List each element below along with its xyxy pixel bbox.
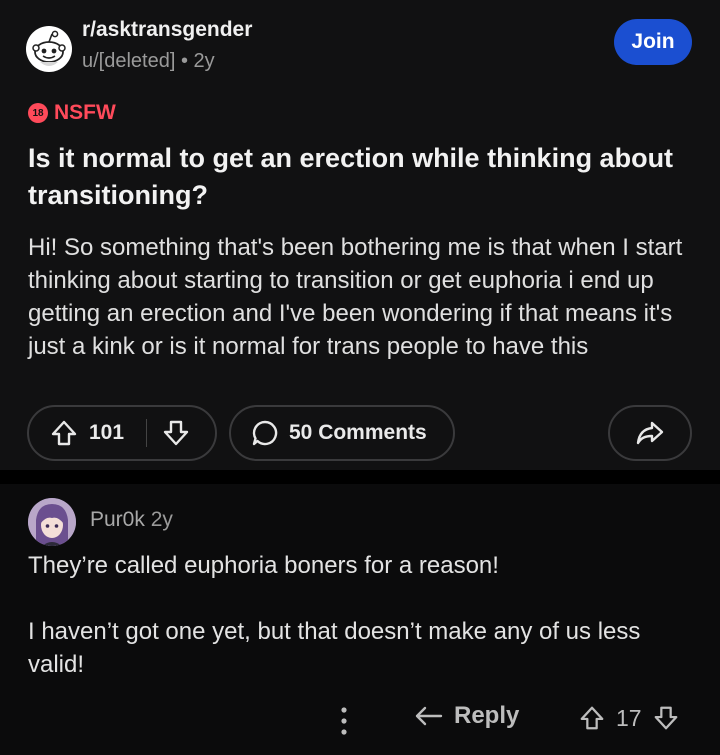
comment-author-name[interactable]: Pur0k — [90, 508, 145, 531]
arrow-up-icon[interactable] — [49, 418, 79, 448]
post-card: r/asktransgender u/[deleted] • 2y Join 1… — [0, 0, 720, 470]
vote-divider — [146, 419, 148, 447]
comment-actions: Reply 17 — [330, 700, 700, 740]
post-body: Hi! So something that's been bothering m… — [28, 234, 683, 360]
nsfw-badge: 18 NSFW — [28, 101, 116, 125]
reply-label: Reply — [454, 702, 520, 729]
post-vote-bar: 101 — [27, 405, 217, 461]
speech-bubble-icon — [251, 419, 279, 447]
reddit-snoo-icon — [32, 30, 66, 66]
comments-count-label: 50 Comments — [289, 421, 427, 444]
post-author-meta: u/[deleted] • 2y — [82, 50, 215, 72]
comment-age: 2y — [150, 508, 173, 531]
comments-button[interactable]: 50 Comments — [229, 405, 455, 461]
comment-author-line: Pur0k 2y — [90, 508, 173, 532]
arrow-down-icon[interactable] — [652, 704, 680, 732]
reply-arrow-icon — [414, 703, 444, 729]
comment-body: They’re called euphoria boners for a rea… — [28, 549, 698, 714]
subreddit-name[interactable]: r/asktransgender — [82, 18, 252, 42]
comment-vote-bar: 17 — [578, 704, 680, 732]
comment-avatar[interactable] — [28, 498, 76, 546]
post-title[interactable]: Is it normal to get an erection while th… — [28, 140, 688, 214]
nsfw-18-icon: 18 — [28, 103, 48, 123]
nsfw-label: NSFW — [54, 101, 116, 124]
share-arrow-icon — [635, 418, 665, 448]
reply-button[interactable]: Reply — [414, 702, 519, 730]
arrow-down-icon[interactable] — [161, 418, 191, 448]
comment-paragraph: They’re called euphoria boners for a rea… — [28, 552, 499, 579]
comment-vote-count: 17 — [616, 704, 642, 731]
arrow-up-icon[interactable] — [578, 704, 606, 732]
more-vertical-icon[interactable] — [334, 704, 354, 738]
subreddit-avatar[interactable] — [26, 26, 72, 72]
post-vote-count: 101 — [89, 421, 125, 444]
share-button[interactable] — [608, 405, 692, 461]
join-button[interactable]: Join — [614, 19, 692, 65]
comment-paragraph: I haven’t got one yet, but that doesn’t … — [28, 618, 641, 678]
section-divider — [0, 470, 720, 484]
